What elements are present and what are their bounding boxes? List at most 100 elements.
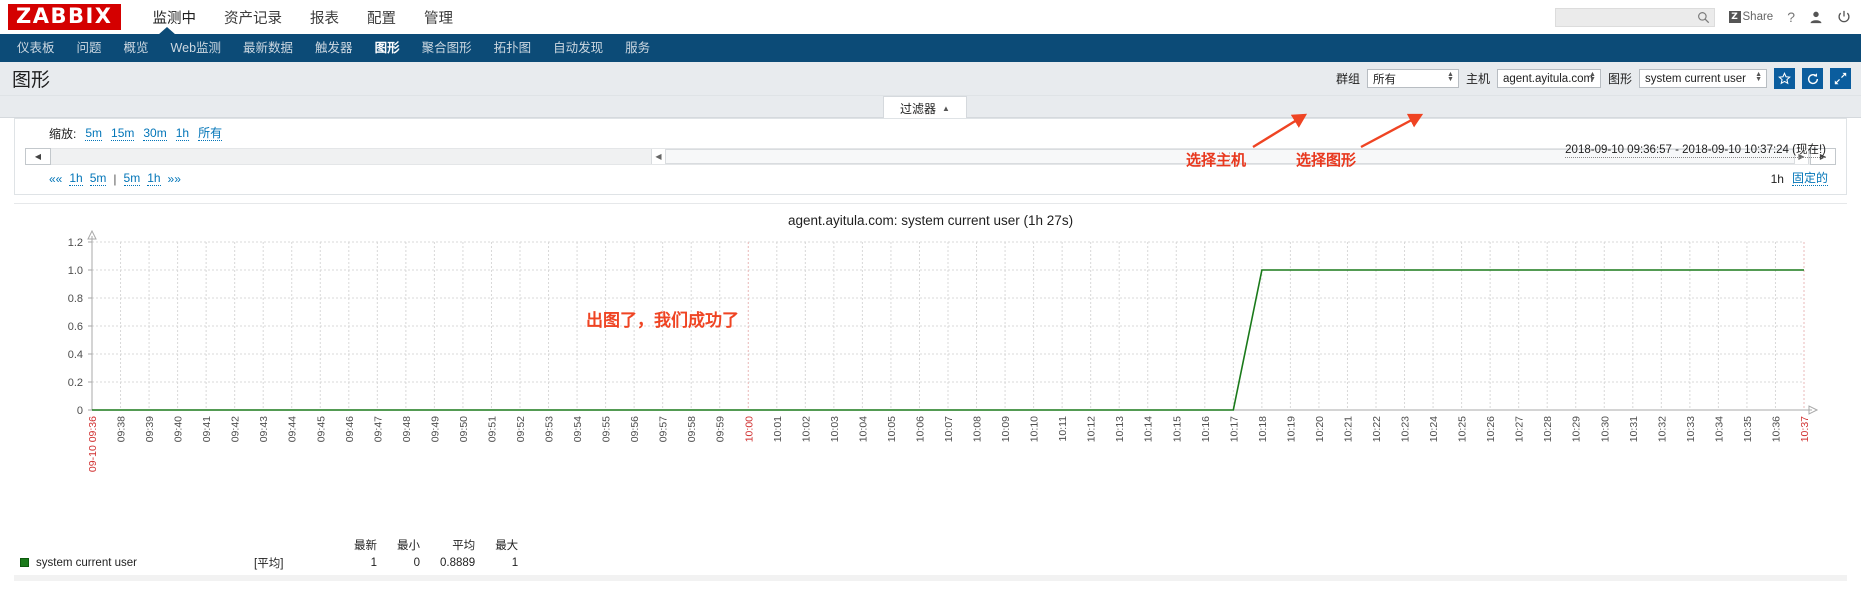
svg-text:09:49: 09:49 [429, 416, 441, 442]
svg-text:09:53: 09:53 [544, 416, 556, 442]
legend-value-last: 1 [370, 557, 377, 569]
host-select[interactable]: agent.ayitula.com ▲ ▼ [1496, 69, 1601, 88]
svg-text:10:00: 10:00 [743, 416, 755, 442]
zabbix-logo: ZABBIX [8, 4, 121, 30]
zoom-option-5m[interactable]: 5m [85, 126, 103, 141]
svg-text:0.4: 0.4 [68, 349, 83, 361]
help-button[interactable]: ? [1787, 9, 1795, 25]
group-label: 群组 [1335, 72, 1360, 86]
svg-text:10:25: 10:25 [1457, 416, 1469, 442]
svg-text:10:07: 10:07 [943, 416, 955, 442]
svg-text:10:30: 10:30 [1599, 416, 1611, 442]
user-icon[interactable] [1809, 10, 1823, 24]
power-icon[interactable] [1837, 10, 1851, 24]
svg-text:09-10 09:36: 09-10 09:36 [87, 416, 99, 472]
share-button[interactable]: Z Share [1728, 11, 1773, 23]
graph-label: 图形 [1607, 72, 1632, 86]
nav-prev-1h[interactable]: 1h [69, 172, 83, 186]
slider-scroll-left-button[interactable]: ◀ [25, 148, 51, 165]
time-period-info: 1h 固定的 [1771, 172, 1836, 186]
graph-legend: 最新 最小 平均 最大 system current user [平均] 1 0… [14, 533, 1847, 581]
legend-series-name: system current user [14, 554, 224, 571]
svg-text:09:57: 09:57 [658, 416, 670, 442]
nav-next-5m[interactable]: 5m [123, 172, 141, 186]
svg-text:09:59: 09:59 [715, 416, 727, 442]
nav-prev-5m[interactable]: 5m [89, 172, 107, 186]
chevron-updown-icon: ▲ ▼ [1447, 71, 1454, 83]
nav-next-1h[interactable]: 1h [147, 172, 161, 186]
menu-item-inventory[interactable]: 资产记录 [210, 0, 296, 36]
search-box[interactable] [1554, 7, 1715, 29]
sidebar-item-overview[interactable]: 概览 [113, 34, 160, 62]
refresh-button[interactable] [1802, 68, 1823, 89]
search-input[interactable] [1555, 8, 1714, 26]
favorite-star-button[interactable] [1774, 68, 1795, 89]
horizontal-scrollbar[interactable] [14, 575, 1847, 581]
sidebar-item-discovery[interactable]: 自动发现 [542, 34, 614, 62]
svg-text:0: 0 [77, 405, 83, 417]
graph-plot[interactable]: 0 0.2 0.4 0.6 0.8 1.0 1.2 09-10 09:36 09:38 09:39… [14, 228, 1847, 498]
sidebar-item-screens[interactable]: 聚合图形 [411, 34, 483, 62]
time-range-text[interactable]: 2018-09-10 09:36:57 - 2018-09-10 10:37:2… [1565, 141, 1826, 158]
search-icon[interactable] [1697, 11, 1710, 29]
svg-text:10:17: 10:17 [1228, 416, 1240, 442]
zoom-label: 缩放: [49, 127, 77, 141]
menu-item-reports[interactable]: 报表 [296, 0, 353, 36]
sidebar-item-latest-data[interactable]: 最新数据 [232, 34, 304, 62]
svg-text:09:44: 09:44 [287, 416, 299, 442]
zoom-option-all[interactable]: 所有 [198, 126, 223, 141]
svg-text:10:28: 10:28 [1542, 416, 1554, 442]
nav-prev-double[interactable]: «« [49, 172, 62, 186]
svg-text:09:42: 09:42 [230, 416, 242, 442]
menu-item-administration[interactable]: 管理 [410, 0, 467, 36]
filter-tab-label: 过滤器 [900, 102, 937, 116]
filter-toggle-tab[interactable]: 过滤器 ▲ [883, 96, 967, 120]
svg-text:10:11: 10:11 [1057, 416, 1069, 442]
nav-separator: | [113, 172, 117, 186]
sidebar-item-services[interactable]: 服务 [614, 34, 661, 62]
svg-text:10:18: 10:18 [1257, 416, 1269, 442]
svg-text:09:47: 09:47 [372, 416, 384, 442]
menu-item-configuration[interactable]: 配置 [353, 0, 410, 36]
svg-text:09:58: 09:58 [686, 416, 698, 442]
graph-canvas[interactable]: 0 0.2 0.4 0.6 0.8 1.0 1.2 09-10 09:36 09:38 09:39… [14, 228, 1847, 498]
fullscreen-button[interactable] [1830, 68, 1851, 89]
sidebar-item-problems[interactable]: 问题 [66, 34, 113, 62]
sidebar-item-triggers[interactable]: 触发器 [304, 34, 364, 62]
time-slider-track[interactable]: ◀ ⋮⋮⋮ ▶ [51, 148, 1810, 165]
svg-text:09:38: 09:38 [116, 416, 128, 442]
group-select[interactable]: 所有 ▲ ▼ [1366, 69, 1459, 88]
share-badge-icon: Z [1728, 11, 1741, 23]
svg-text:10:33: 10:33 [1685, 416, 1697, 442]
sidebar-item-graphs[interactable]: 图形 [364, 34, 411, 62]
filter-tab-strip: 过滤器 ▲ [0, 96, 1861, 120]
svg-text:10:20: 10:20 [1314, 416, 1326, 442]
sidebar-item-web[interactable]: Web监测 [160, 34, 232, 62]
svg-text:0.8: 0.8 [68, 293, 83, 305]
svg-text:10:37: 10:37 [1799, 416, 1811, 442]
graph-select[interactable]: system current user ▲ ▼ [1639, 69, 1767, 88]
slider-left-grip-icon[interactable]: ◀ [652, 149, 666, 164]
svg-text:10:32: 10:32 [1656, 416, 1668, 442]
graph-title: agent.ayitula.com: system current user (… [787, 213, 1074, 228]
svg-text:09:40: 09:40 [173, 416, 185, 442]
svg-text:09:45: 09:45 [315, 416, 327, 442]
svg-text:09:55: 09:55 [601, 416, 613, 442]
svg-text:10:27: 10:27 [1514, 416, 1526, 442]
zoom-option-30m[interactable]: 30m [143, 126, 167, 141]
top-header: ZABBIX 监测中 资产记录 报表 配置 管理 Z Share ? [0, 0, 1861, 34]
svg-text:09:39: 09:39 [144, 416, 156, 442]
chevron-up-icon: ▲ [942, 104, 950, 113]
zoom-option-1h[interactable]: 1h [175, 126, 190, 141]
sidebar-item-dashboard[interactable]: 仪表板 [6, 34, 66, 62]
svg-text:10:26: 10:26 [1485, 416, 1497, 442]
svg-text:09:48: 09:48 [401, 416, 413, 442]
svg-text:0.2: 0.2 [68, 377, 83, 389]
zoom-option-15m[interactable]: 15m [111, 126, 135, 141]
svg-text:10:02: 10:02 [800, 416, 812, 442]
svg-text:10:14: 10:14 [1143, 416, 1155, 442]
group-select-value: 所有 [1372, 73, 1396, 86]
sidebar-item-maps[interactable]: 拓扑图 [483, 34, 543, 62]
nav-next-double[interactable]: »» [168, 172, 181, 186]
time-fixed-toggle[interactable]: 固定的 [1791, 172, 1828, 186]
